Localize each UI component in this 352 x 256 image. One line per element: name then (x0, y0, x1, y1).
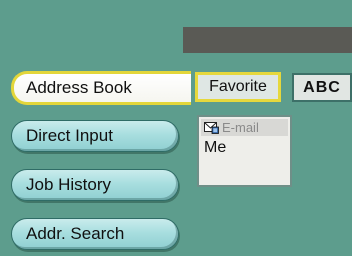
nav-job-history-label: Job History (26, 175, 112, 194)
nav-address-book-label: Address Book (26, 78, 132, 97)
tab-favorite[interactable]: Favorite (195, 72, 281, 102)
nav-direct-input-button[interactable]: Direct Input (11, 120, 179, 152)
nav-addr-search-label: Addr. Search (26, 224, 125, 243)
entry-type-row: E-mail (201, 119, 288, 136)
nav-direct-input-label: Direct Input (26, 126, 113, 145)
tab-abc-label: ABC (303, 78, 341, 96)
address-entry[interactable]: E-mail Me (197, 115, 292, 187)
nav-addr-search-button[interactable]: Addr. Search (11, 218, 179, 250)
header-bar (183, 27, 352, 53)
email-icon (204, 121, 219, 134)
nav-address-book-button[interactable]: Address Book (11, 71, 191, 105)
entry-name: Me (204, 139, 227, 156)
entry-type-label: E-mail (222, 120, 259, 135)
tab-abc[interactable]: ABC (292, 73, 352, 102)
nav-job-history-button[interactable]: Job History (11, 169, 179, 201)
tab-favorite-label: Favorite (209, 78, 267, 95)
address-screen: Address Book Direct Input Job History Ad… (0, 0, 352, 256)
